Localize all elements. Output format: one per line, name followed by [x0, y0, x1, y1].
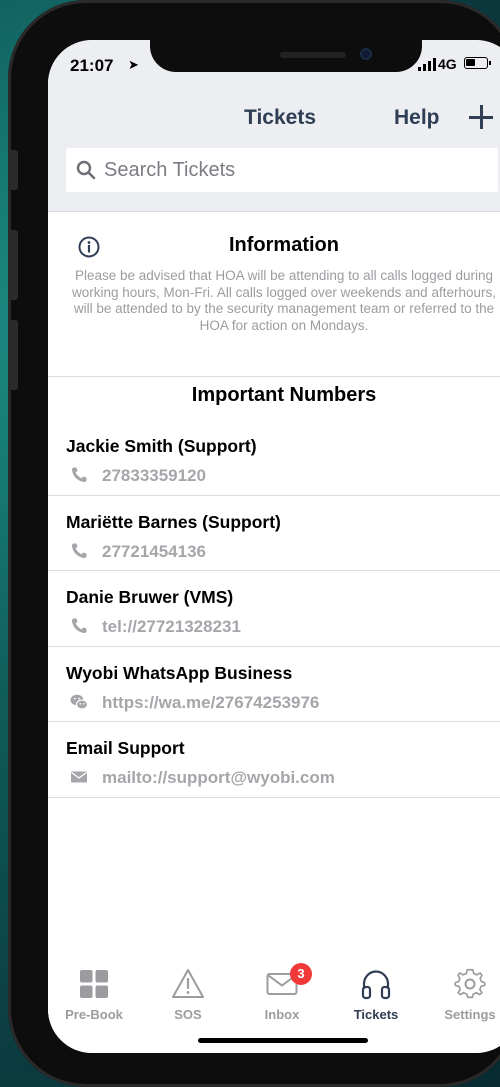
information-text: Please be advised that HOA will be atten… — [72, 268, 496, 333]
phone-icon — [71, 618, 87, 634]
tab-label: SOS — [174, 1007, 202, 1022]
contact-name: Mariëtte Barnes (Support) — [66, 511, 281, 532]
camera — [360, 48, 372, 60]
tab-label: Pre-Book — [65, 1007, 123, 1022]
contact-item[interactable]: Wyobi WhatsApp Business https://wa.me/27… — [48, 647, 500, 722]
tab-sos[interactable]: SOS — [142, 967, 234, 1022]
screen: 21:07 ➤ 4G Tickets Help Search Tickets I… — [48, 40, 500, 1053]
contact-value[interactable]: tel://27721328231 — [102, 617, 241, 637]
search-bar — [66, 148, 498, 192]
contact-name: Danie Bruwer (VMS) — [66, 587, 234, 607]
contact-item[interactable]: Jackie Smith (Support) 27833359120 — [48, 420, 500, 496]
signal-icon — [418, 58, 436, 71]
tab-pre-book[interactable]: Pre-Book — [48, 967, 140, 1022]
contact-value[interactable]: https://wa.me/27674253976 — [102, 693, 319, 713]
important-numbers-title: Important Numbers — [191, 384, 377, 406]
phone-icon — [71, 543, 87, 558]
search-input[interactable] — [104, 148, 484, 192]
inbox-badge: 3 — [290, 963, 312, 985]
information-title: Information — [229, 234, 339, 256]
contact-value[interactable]: 27833359120 — [102, 466, 206, 486]
volume-up-button — [10, 230, 18, 300]
warning-icon — [172, 969, 204, 998]
contact-item[interactable]: Email Support mailto://support@wyobi.com — [48, 722, 500, 798]
envelope-icon — [71, 771, 87, 783]
speaker — [280, 52, 346, 58]
grid-icon — [80, 970, 108, 998]
contact-value[interactable]: 27721454136 — [102, 542, 206, 562]
tab-tickets[interactable]: Tickets — [330, 967, 422, 1022]
headphones-icon — [361, 970, 391, 1000]
phone-frame: 21:07 ➤ 4G Tickets Help Search Tickets I… — [8, 0, 500, 1087]
location-icon: ➤ — [128, 57, 139, 72]
gear-icon — [454, 968, 486, 999]
contact-value[interactable]: mailto://support@wyobi.com — [102, 768, 335, 788]
tab-label: Inbox — [264, 1007, 300, 1022]
help-button[interactable]: Help — [394, 106, 440, 130]
battery-icon — [464, 57, 491, 69]
status-time: 21:07 — [70, 56, 114, 75]
search-icon — [76, 160, 96, 180]
tab-label: Settings — [444, 1007, 496, 1022]
volume-down-button — [10, 320, 18, 390]
tab-bar: Pre-Book SOS 3 Inbox Tickets Settings — [48, 947, 500, 1053]
notch — [150, 40, 422, 72]
contact-name: Jackie Smith (Support) — [66, 436, 257, 456]
side-button — [10, 150, 18, 190]
contact-name: Email Support — [66, 738, 185, 758]
add-ticket-button[interactable] — [468, 104, 494, 130]
contacts-list: Jackie Smith (Support) 27833359120 Marië… — [48, 420, 500, 798]
tab-label: Tickets — [353, 1007, 399, 1022]
header: Tickets Help — [48, 90, 500, 212]
network-type: 4G — [438, 56, 457, 72]
contact-item[interactable]: Mariëtte Barnes (Support) 27721454136 — [48, 496, 500, 571]
contact-name: Wyobi WhatsApp Business — [66, 662, 293, 683]
phone-icon — [71, 467, 87, 483]
page-title: Tickets — [244, 106, 316, 129]
tab-settings[interactable]: Settings — [424, 967, 500, 1022]
contact-item[interactable]: Danie Bruwer (VMS) tel://27721328231 — [48, 571, 500, 647]
tab-inbox[interactable]: 3 Inbox — [236, 963, 328, 1022]
home-indicator[interactable] — [198, 1038, 368, 1043]
information-section: Information Please be advised that HOA w… — [48, 212, 500, 377]
wechat-icon — [70, 694, 88, 710]
